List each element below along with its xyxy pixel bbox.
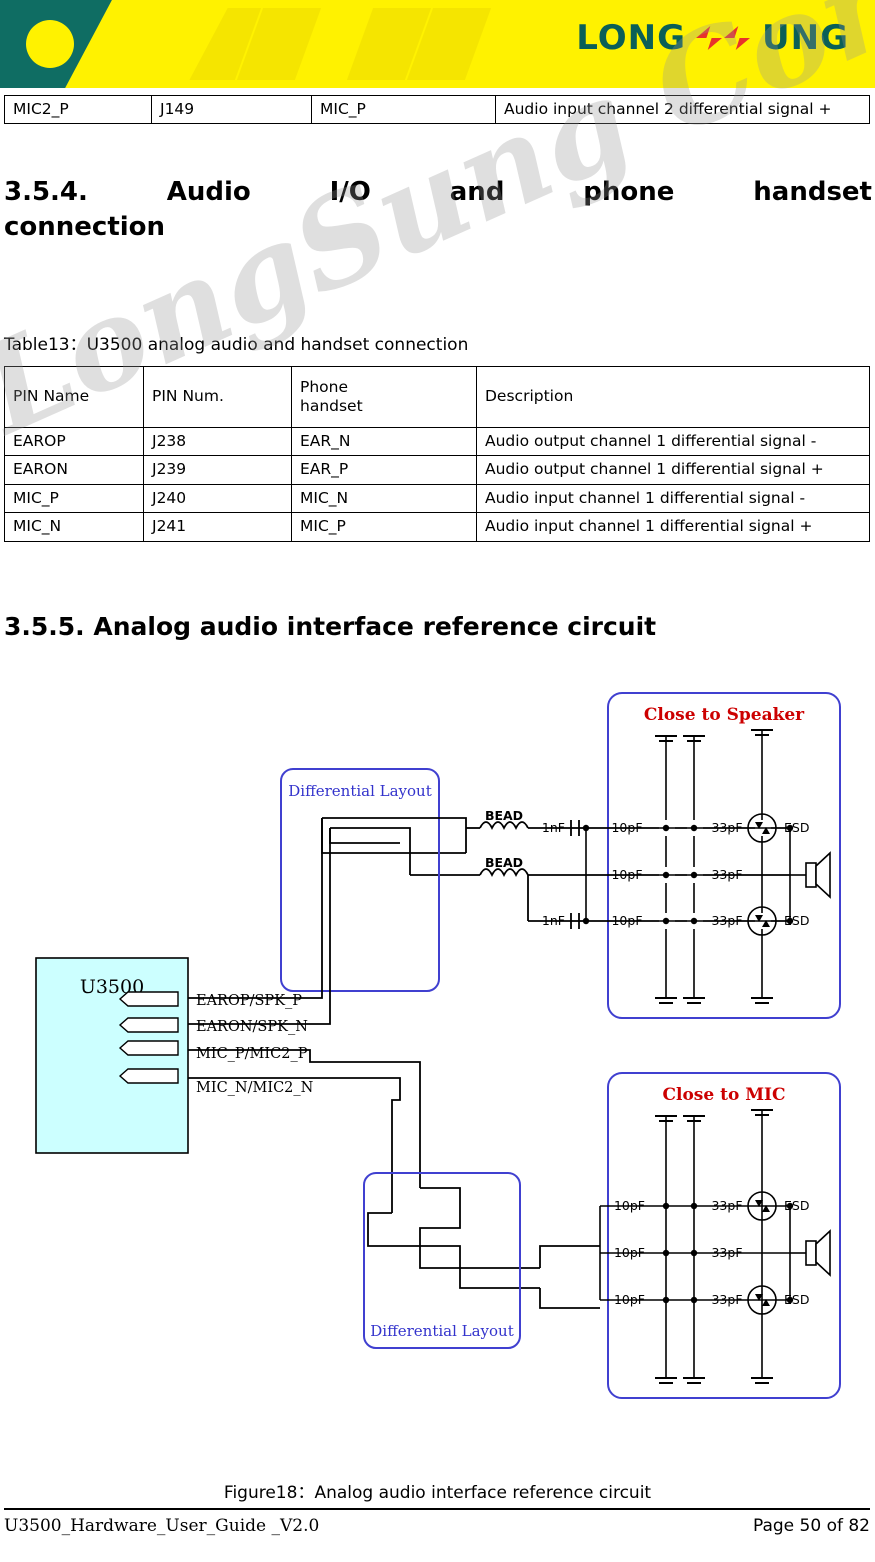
mic-esd-label-2: ESD xyxy=(784,1292,809,1307)
cap-label-33pF-1: 33pF xyxy=(711,820,742,835)
table-header-row: PIN Name PIN Num. Phone handset Descript… xyxy=(4,366,870,428)
pin-table-continued: MIC2_P J149 MIC_P Audio input channel 2 … xyxy=(4,94,870,125)
cap-label-10pF-2: 10pF xyxy=(611,867,642,882)
header-phone-handset-line2: handset xyxy=(300,397,363,415)
cell-description: Audio input channel 1 differential signa… xyxy=(476,512,870,542)
header-description: Description xyxy=(476,366,870,428)
mic-cap-label-33pF-2: 33pF xyxy=(711,1245,742,1260)
header-pin-name: PIN Name xyxy=(4,366,144,428)
table-caption-13: Table13：U3500 analog audio and handset c… xyxy=(4,335,469,355)
page-footer: U3500_Hardware_User_Guide _V2.0 Page 50 … xyxy=(4,1516,870,1536)
cell-phone-handset: EAR_P xyxy=(291,455,477,485)
close-to-mic-title: Close to MIC xyxy=(662,1085,785,1105)
bead-label-1: BEAD xyxy=(485,808,523,823)
cap-label-33pF-2: 33pF xyxy=(711,867,742,882)
mic-cap-label-33pF-1: 33pF xyxy=(711,1198,742,1213)
cell-description: Audio input channel 2 differential signa… xyxy=(495,94,870,125)
cell-description: Audio output channel 1 differential sign… xyxy=(476,455,870,485)
pin-label-earon: EARON/SPK_N xyxy=(196,1019,308,1035)
cap-label-10pF-1: 10pF xyxy=(611,820,642,835)
mic-cap-label-10pF-3: 10pF xyxy=(614,1292,645,1307)
cell-phone-handset: MIC_P xyxy=(291,512,477,542)
differential-layout-label-bottom: Differential Layout xyxy=(370,1322,514,1340)
table-row: MIC2_P J149 MIC_P Audio input channel 2 … xyxy=(4,94,870,125)
mic-cap-label-33pF-3: 33pF xyxy=(711,1292,742,1307)
cell-pin-num: J239 xyxy=(143,455,292,485)
header-phone-handset-line1: Phone xyxy=(300,377,349,396)
table-row: MIC_N J241 MIC_P Audio input channel 1 d… xyxy=(4,512,870,542)
cell-description: Audio output channel 1 differential sign… xyxy=(476,426,870,457)
esd-label-1: ESD xyxy=(784,820,809,835)
cell-pin-name: EAROP xyxy=(4,426,144,457)
cell-pin-num: J241 xyxy=(143,512,292,542)
cap-label-33pF-3: 33pF xyxy=(711,913,742,928)
mic-cap-label-10pF-2: 10pF xyxy=(614,1245,645,1260)
section-heading-355: 3.5.5. Analog audio interface reference … xyxy=(4,612,657,641)
table-row: EARON J239 EAR_P Audio output channel 1 … xyxy=(4,455,870,485)
audio-handset-table: PIN Name PIN Num. Phone handset Descript… xyxy=(4,366,870,542)
header-pin-num: PIN Num. xyxy=(143,366,292,428)
close-to-speaker-title: Close to Speaker xyxy=(644,705,805,725)
microphone-icon xyxy=(805,1229,831,1277)
banner-circle xyxy=(26,20,74,68)
differential-layout-box-top xyxy=(280,768,440,992)
close-to-mic-box xyxy=(607,1072,841,1399)
mic-cap-label-10pF-1: 10pF xyxy=(614,1198,645,1213)
table-row: MIC_P J240 MIC_N Audio input channel 1 d… xyxy=(4,483,870,514)
analog-audio-reference-circuit-figure: Close to Speaker 10pF 33pF 10pF 33pF 10p… xyxy=(0,668,875,1468)
chevron-arrows-logo-icon xyxy=(696,23,752,53)
cell-pin-num: J238 xyxy=(143,426,292,457)
pin-label-earop: EAROP/SPK_P xyxy=(196,993,302,1009)
section-heading-354: 3.5.4. Audio I/O and phone handset conne… xyxy=(4,175,872,245)
footer-divider xyxy=(4,1508,870,1510)
cell-pin-name: MIC_N xyxy=(4,512,144,542)
banner-swoosh xyxy=(0,0,160,88)
cell-phone-handset: EAR_N xyxy=(291,426,477,457)
cell-pin-name: EARON xyxy=(4,455,144,485)
section-heading-354-line1: 3.5.4. Audio I/O and phone handset xyxy=(4,177,872,207)
section-heading-354-line2: connection xyxy=(4,212,166,243)
cell-phone-handset: MIC_N xyxy=(291,483,477,514)
speaker-icon xyxy=(805,851,831,899)
brand-logo: LONG UNG xyxy=(576,18,849,58)
cell-pin-name: MIC_P xyxy=(4,483,144,514)
footer-page-number: Page 50 of 82 xyxy=(752,1516,870,1536)
pin-label-mic-n: MIC_N/MIC2_N xyxy=(196,1080,314,1096)
cell-pin-num: J149 xyxy=(151,94,312,125)
close-to-speaker-box xyxy=(607,692,841,1019)
circuit-svg: Close to Speaker 10pF 33pF 10pF 33pF 10p… xyxy=(35,692,841,1399)
cell-pin-name: MIC2_P xyxy=(4,94,152,125)
page-banner: LONG UNG xyxy=(0,0,875,88)
cell-phone-handset: MIC_P xyxy=(311,94,496,125)
brand-text-ung: UNG xyxy=(762,18,849,58)
esd-label-2: ESD xyxy=(784,913,809,928)
brand-text-long: LONG xyxy=(576,18,687,58)
bead-label-2: BEAD xyxy=(485,855,523,870)
table-row: EAROP J238 EAR_N Audio output channel 1 … xyxy=(4,426,870,457)
cell-description: Audio input channel 1 differential signa… xyxy=(476,483,870,514)
header-phone-handset: Phone handset xyxy=(291,366,477,428)
cap-label-10pF-3: 10pF xyxy=(611,913,642,928)
mic-esd-label-1: ESD xyxy=(784,1198,809,1213)
differential-layout-label-top: Differential Layout xyxy=(288,782,432,800)
cell-pin-num: J240 xyxy=(143,483,292,514)
pin-label-mic-p: MIC_P/MIC2_P xyxy=(196,1046,308,1062)
footer-document-name: U3500_Hardware_User_Guide _V2.0 xyxy=(4,1516,320,1536)
figure-caption-18: Figure18：Analog audio interface referenc… xyxy=(223,1483,652,1503)
